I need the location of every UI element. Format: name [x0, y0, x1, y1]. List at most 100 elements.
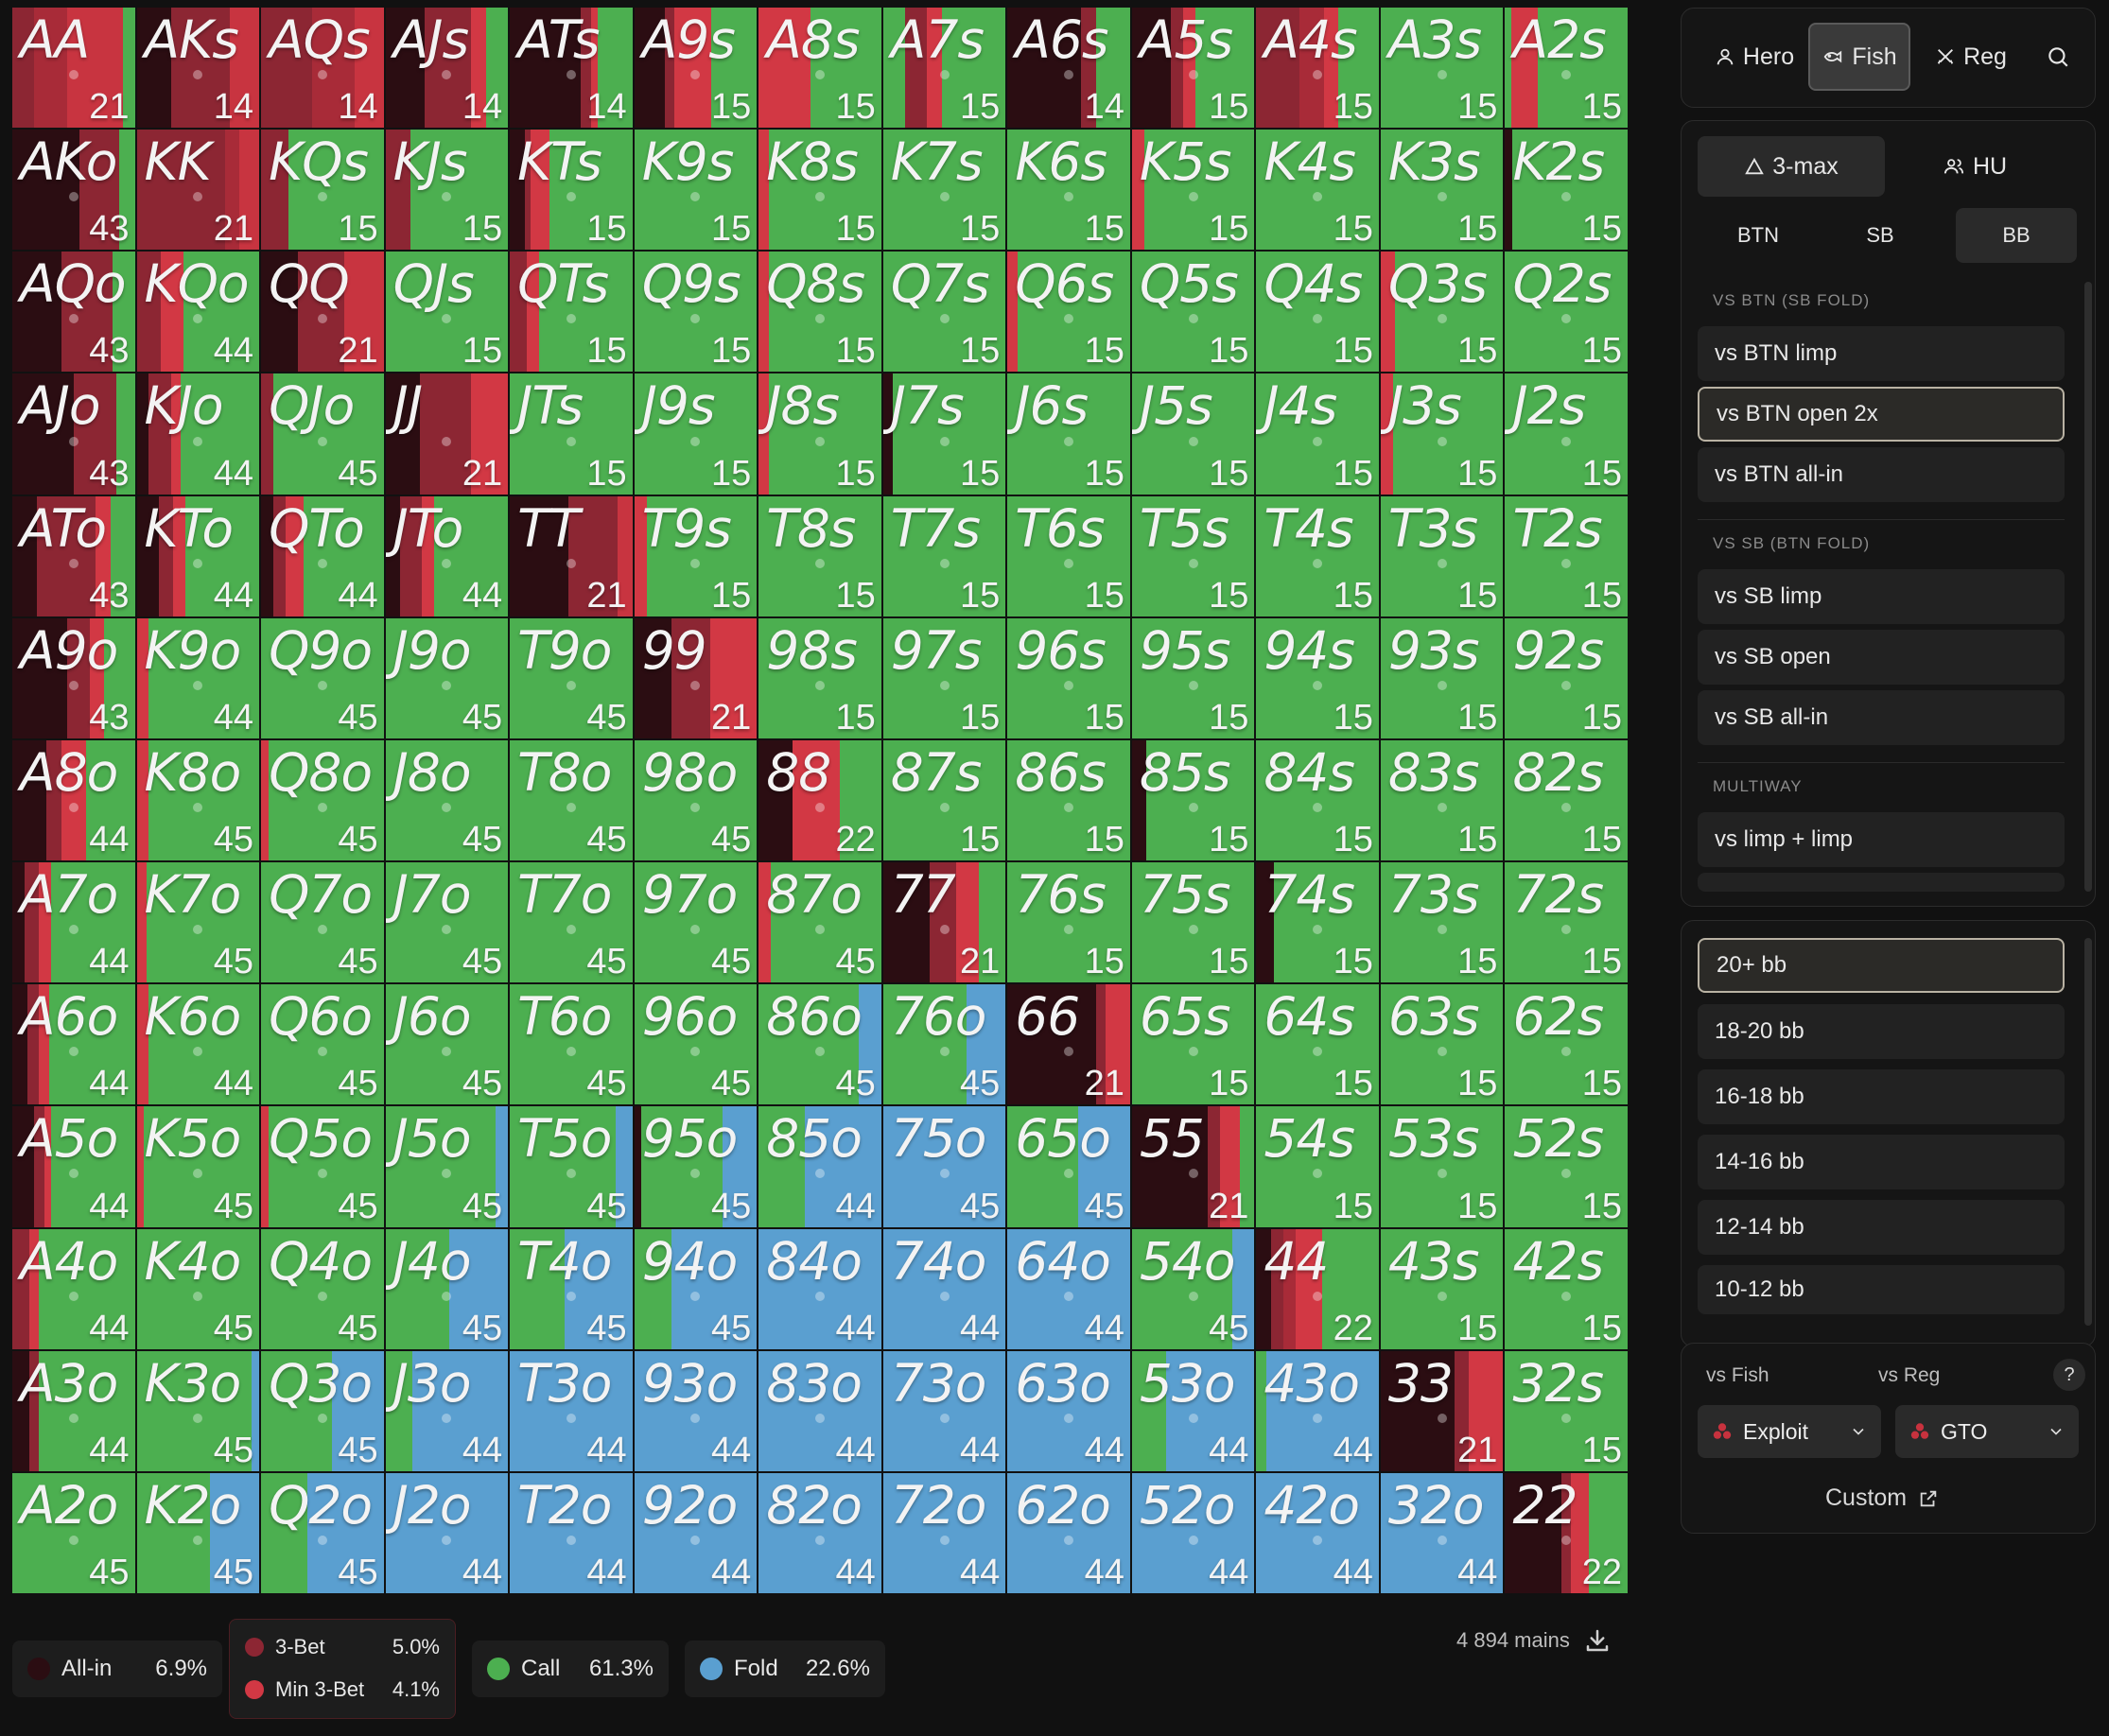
hand-cell-k5o[interactable]: K5o 45	[136, 1106, 260, 1227]
hand-cell-kqo[interactable]: KQo 44	[136, 252, 260, 373]
spot-vs-sb-allin[interactable]: vs SB all-in	[1698, 690, 2065, 745]
hand-cell-98s[interactable]: 98s 15	[758, 617, 881, 738]
hand-cell-j8o[interactable]: J8o 45	[385, 739, 509, 861]
hand-cell-43o[interactable]: 43o 44	[1256, 1350, 1379, 1471]
hand-cell-q3s[interactable]: Q3s 15	[1380, 252, 1504, 373]
hand-cell-kts[interactable]: KTs 15	[510, 130, 633, 251]
hand-cell-k6s[interactable]: K6s 15	[1007, 130, 1130, 251]
hand-cell-97s[interactable]: 97s 15	[882, 617, 1006, 738]
hand-cell-99[interactable]: 99 21	[634, 617, 758, 738]
hand-cell-a9s[interactable]: A9s 15	[634, 8, 758, 129]
hand-cell-72s[interactable]: 72s 15	[1505, 862, 1628, 983]
hand-cell-86s[interactable]: 86s 15	[1007, 739, 1130, 861]
hand-cell-j9s[interactable]: J9s 15	[634, 373, 758, 495]
hand-cell-ats[interactable]: ATs 14	[510, 8, 633, 129]
hand-cell-82s[interactable]: 82s 15	[1505, 739, 1628, 861]
hand-cell-t7s[interactable]: T7s 15	[882, 495, 1006, 616]
hand-cell-a6o[interactable]: A6o 44	[12, 984, 135, 1105]
hand-cell-a5s[interactable]: A5s 15	[1131, 8, 1255, 129]
spot-vs-btn-open[interactable]: vs BTN open 2x	[1698, 387, 2065, 442]
spot-vs-btn-allin[interactable]: vs BTN all-in	[1698, 447, 2065, 502]
hand-cell-t5o[interactable]: T5o 45	[510, 1106, 633, 1227]
hand-cell-j4o[interactable]: J4o 45	[385, 1228, 509, 1349]
hand-cell-92o[interactable]: 92o 44	[634, 1472, 758, 1593]
hand-cell-jto[interactable]: JTo 44	[385, 495, 509, 616]
hand-cell-q6o[interactable]: Q6o 45	[261, 984, 384, 1105]
hand-cell-ajs[interactable]: AJs 14	[385, 8, 509, 129]
hand-cell-96s[interactable]: 96s 15	[1007, 617, 1130, 738]
hand-cell-q8s[interactable]: Q8s 15	[758, 252, 881, 373]
hand-cell-t6s[interactable]: T6s 15	[1007, 495, 1130, 616]
hand-cell-t2o[interactable]: T2o 44	[510, 1472, 633, 1593]
hand-cell-qjo[interactable]: QJo 45	[261, 373, 384, 495]
hand-cell-k4o[interactable]: K4o 45	[136, 1228, 260, 1349]
hand-cell-k7s[interactable]: K7s 15	[882, 130, 1006, 251]
hand-cell-83o[interactable]: 83o 44	[758, 1350, 881, 1471]
stack-option[interactable]: 18-20 bb	[1698, 1004, 2065, 1059]
hand-cell-33[interactable]: 33 21	[1380, 1350, 1504, 1471]
position-bb[interactable]: BB	[1956, 208, 2077, 263]
hand-cell-t6o[interactable]: T6o 45	[510, 984, 633, 1105]
hand-cell-93s[interactable]: 93s 15	[1380, 617, 1504, 738]
hand-cell-87o[interactable]: 87o 45	[758, 862, 881, 983]
hand-cell-j2s[interactable]: J2s 15	[1505, 373, 1628, 495]
hand-cell-97o[interactable]: 97o 45	[634, 862, 758, 983]
hand-cell-j7o[interactable]: J7o 45	[385, 862, 509, 983]
spot-vs-limp-limp[interactable]: vs limp + limp	[1698, 812, 2065, 867]
stack-option[interactable]: 14-16 bb	[1698, 1135, 2065, 1189]
hand-cell-j6o[interactable]: J6o 45	[385, 984, 509, 1105]
hand-cell-a3s[interactable]: A3s 15	[1380, 8, 1504, 129]
hand-cell-t4s[interactable]: T4s 15	[1256, 495, 1379, 616]
hand-cell-t3s[interactable]: T3s 15	[1380, 495, 1504, 616]
hand-cell-ajo[interactable]: AJo 43	[12, 373, 135, 495]
hand-cell-44[interactable]: 44 22	[1256, 1228, 1379, 1349]
hand-cell-64s[interactable]: 64s 15	[1256, 984, 1379, 1105]
hand-cell-aqo[interactable]: AQo 43	[12, 252, 135, 373]
spot-partial[interactable]	[1698, 873, 2065, 892]
hand-cell-k3s[interactable]: K3s 15	[1380, 130, 1504, 251]
hand-cell-j5s[interactable]: J5s 15	[1131, 373, 1255, 495]
hand-cell-54o[interactable]: 54o 45	[1131, 1228, 1255, 1349]
hand-cell-62o[interactable]: 62o 44	[1007, 1472, 1130, 1593]
hand-cell-a6s[interactable]: A6s 14	[1007, 8, 1130, 129]
hand-cell-k9o[interactable]: K9o 44	[136, 617, 260, 738]
hand-cell-qjs[interactable]: QJs 15	[385, 252, 509, 373]
hand-cell-77[interactable]: 77 21	[882, 862, 1006, 983]
hand-cell-94s[interactable]: 94s 15	[1256, 617, 1379, 738]
hand-cell-k3o[interactable]: K3o 45	[136, 1350, 260, 1471]
hand-cell-tt[interactable]: TT 21	[510, 495, 633, 616]
tab-hu[interactable]: HU	[1885, 136, 2065, 197]
spot-vs-btn-limp[interactable]: vs BTN limp	[1698, 326, 2065, 381]
hand-cell-aa[interactable]: AA 21	[12, 8, 135, 129]
help-button[interactable]: ?	[2053, 1359, 2085, 1391]
tab-fish[interactable]: Fish	[1808, 23, 1910, 91]
hand-cell-q6s[interactable]: Q6s 15	[1007, 252, 1130, 373]
hand-cell-jts[interactable]: JTs 15	[510, 373, 633, 495]
hand-cell-96o[interactable]: 96o 45	[634, 984, 758, 1105]
hand-cell-k6o[interactable]: K6o 44	[136, 984, 260, 1105]
hand-cell-88[interactable]: 88 22	[758, 739, 881, 861]
hand-cell-j3o[interactable]: J3o 44	[385, 1350, 509, 1471]
hand-cell-t5s[interactable]: T5s 15	[1131, 495, 1255, 616]
vs-reg-select[interactable]: GTO	[1895, 1405, 2079, 1458]
hand-cell-65s[interactable]: 65s 15	[1131, 984, 1255, 1105]
hand-cell-aqs[interactable]: AQs 14	[261, 8, 384, 129]
stack-option[interactable]: 20+ bb	[1698, 938, 2065, 993]
hand-cell-t3o[interactable]: T3o 44	[510, 1350, 633, 1471]
hand-cell-kjo[interactable]: KJo 44	[136, 373, 260, 495]
hand-cell-qto[interactable]: QTo 44	[261, 495, 384, 616]
hand-cell-j2o[interactable]: J2o 44	[385, 1472, 509, 1593]
spot-vs-sb-open[interactable]: vs SB open	[1698, 630, 2065, 685]
hand-cell-kqs[interactable]: KQs 15	[261, 130, 384, 251]
hand-cell-83s[interactable]: 83s 15	[1380, 739, 1504, 861]
hand-cell-73s[interactable]: 73s 15	[1380, 862, 1504, 983]
hand-cell-j3s[interactable]: J3s 15	[1380, 373, 1504, 495]
hand-cell-a7s[interactable]: A7s 15	[882, 8, 1006, 129]
hand-cell-a3o[interactable]: A3o 44	[12, 1350, 135, 1471]
hand-cell-64o[interactable]: 64o 44	[1007, 1228, 1130, 1349]
hand-cell-94o[interactable]: 94o 45	[634, 1228, 758, 1349]
hand-cell-a5o[interactable]: A5o 44	[12, 1106, 135, 1227]
hand-cell-84o[interactable]: 84o 44	[758, 1228, 881, 1349]
hand-cell-t2s[interactable]: T2s 15	[1505, 495, 1628, 616]
hand-cell-q4o[interactable]: Q4o 45	[261, 1228, 384, 1349]
